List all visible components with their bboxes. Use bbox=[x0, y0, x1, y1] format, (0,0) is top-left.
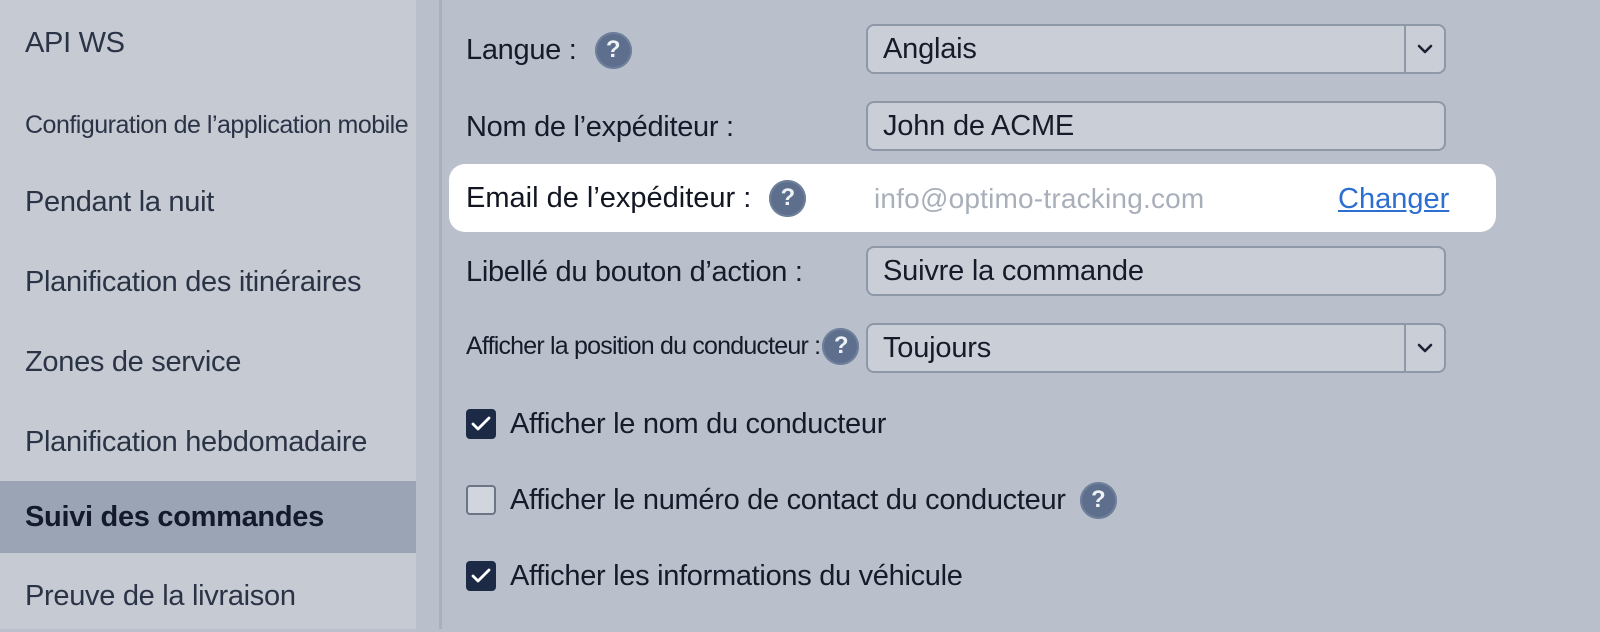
sidebar-item-overnight[interactable]: Pendant la nuit bbox=[0, 166, 416, 238]
sidebar-item-label: Pendant la nuit bbox=[25, 185, 214, 218]
language-label: Langue : bbox=[466, 33, 577, 66]
sidebar-item-label: Planification des itinéraires bbox=[25, 265, 362, 298]
driver-position-value: Toujours bbox=[883, 331, 992, 364]
show-driver-name-checkbox[interactable] bbox=[466, 409, 496, 439]
language-select[interactable]: Anglais bbox=[866, 24, 1446, 74]
sidebar: API WS Configuration de l’application mo… bbox=[0, 0, 416, 629]
sidebar-item-mobile-app-config[interactable]: Configuration de l’application mobile bbox=[0, 89, 416, 161]
action-button-label: Libellé du bouton d’action : bbox=[466, 255, 803, 288]
show-vehicle-info-label: Afficher les informations du véhicule bbox=[510, 559, 963, 592]
show-vehicle-info-option: Afficher les informations du véhicule bbox=[466, 556, 963, 596]
language-value: Anglais bbox=[883, 32, 977, 65]
driver-position-select[interactable]: Toujours bbox=[866, 323, 1446, 373]
chevron-down-icon[interactable] bbox=[1404, 26, 1444, 72]
action-button-label-row: Libellé du bouton d’action : bbox=[466, 252, 803, 292]
show-driver-name-label: Afficher le nom du conducteur bbox=[510, 407, 887, 440]
sidebar-item-label: Suivi des commandes bbox=[25, 500, 324, 533]
sidebar-item-label: API WS bbox=[25, 26, 125, 59]
sender-name-label: Nom de l’expéditeur : bbox=[466, 110, 734, 143]
sidebar-item-label: Zones de service bbox=[25, 345, 242, 378]
sidebar-item-weekly-planning[interactable]: Planification hebdomadaire bbox=[0, 406, 416, 478]
language-label-row: Langue : ? bbox=[466, 30, 632, 70]
sender-name-label-row: Nom de l’expéditeur : bbox=[466, 107, 734, 147]
sidebar-item-api-ws[interactable]: API WS bbox=[0, 7, 416, 79]
help-icon[interactable]: ? bbox=[594, 31, 632, 69]
help-icon[interactable]: ? bbox=[1079, 481, 1117, 519]
checkmark-icon bbox=[471, 568, 491, 583]
sidebar-item-order-tracking[interactable]: Suivi des commandes bbox=[0, 481, 416, 553]
driver-position-label-row: Afficher la position du conducteur : ? bbox=[466, 326, 860, 366]
show-driver-phone-label: Afficher le numéro de contact du conduct… bbox=[510, 483, 1066, 516]
sidebar-item-service-zones[interactable]: Zones de service bbox=[0, 326, 416, 398]
show-driver-phone-option: Afficher le numéro de contact du conduct… bbox=[466, 479, 1117, 521]
help-icon[interactable]: ? bbox=[822, 327, 860, 365]
sidebar-item-route-planning[interactable]: Planification des itinéraires bbox=[0, 246, 416, 318]
sidebar-item-label: Planification hebdomadaire bbox=[25, 425, 368, 458]
tracking-settings-form: Langue : ? Anglais Nom de l’expéditeur :… bbox=[442, 0, 1600, 629]
show-driver-name-option: Afficher le nom du conducteur bbox=[466, 404, 886, 444]
checkmark-icon bbox=[471, 416, 491, 431]
action-button-value: Suivre la commande bbox=[883, 254, 1144, 287]
show-driver-phone-checkbox[interactable] bbox=[466, 485, 496, 515]
action-button-input[interactable]: Suivre la commande bbox=[866, 246, 1446, 296]
sidebar-item-proof-of-delivery[interactable]: Preuve de la livraison bbox=[0, 560, 416, 632]
sender-name-value: John de ACME bbox=[883, 109, 1075, 142]
driver-position-label: Afficher la position du conducteur : bbox=[466, 331, 821, 360]
sidebar-item-label: Preuve de la livraison bbox=[25, 579, 296, 612]
chevron-down-icon[interactable] bbox=[1404, 325, 1444, 371]
sender-name-input[interactable]: John de ACME bbox=[866, 101, 1446, 151]
sidebar-item-label: Configuration de l’application mobile bbox=[25, 110, 409, 139]
show-vehicle-info-checkbox[interactable] bbox=[466, 561, 496, 591]
